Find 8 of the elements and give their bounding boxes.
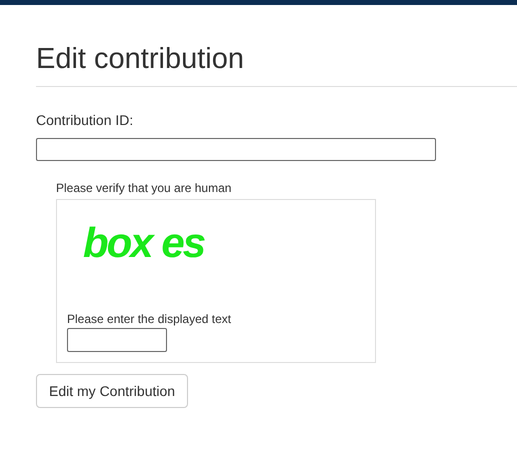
contribution-id-field[interactable]	[36, 138, 436, 161]
submit-button[interactable]: Edit my Contribution	[36, 374, 188, 408]
page-title: Edit contribution	[36, 42, 245, 76]
captcha-prompt: Please verify that you are human	[56, 181, 232, 195]
captcha-field[interactable]	[67, 328, 167, 352]
field-label: Contribution ID:	[36, 112, 134, 128]
captcha-text: box es	[83, 218, 204, 268]
field-label: Please enter the displayed text	[67, 312, 232, 326]
